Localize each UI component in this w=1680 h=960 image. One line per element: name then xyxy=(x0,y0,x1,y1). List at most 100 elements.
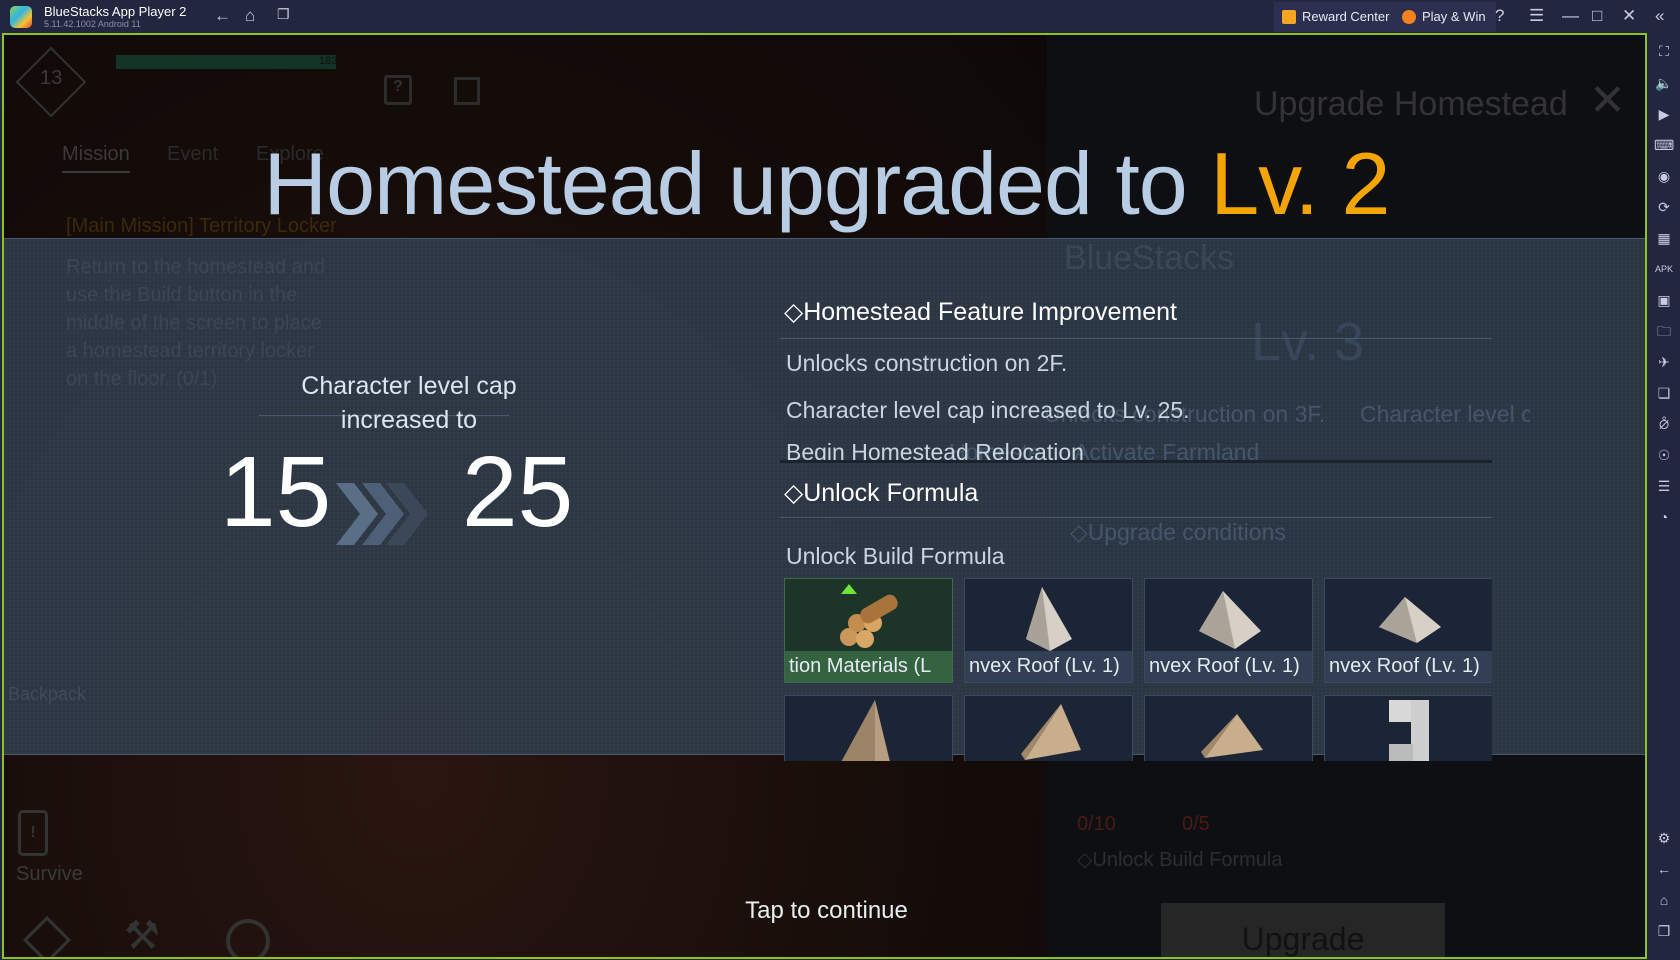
requirement-2: 0/5 xyxy=(1182,813,1210,835)
requirement-1: 0/10 xyxy=(1077,813,1116,835)
formula-label: nvex Roof (Lv. 1) xyxy=(1145,651,1312,682)
formula-label: nvex Roof (Lv. 1) xyxy=(965,651,1132,682)
rotate-icon[interactable]: ⟳ xyxy=(1654,197,1674,217)
multi-instance-icon[interactable]: ❏ xyxy=(1654,383,1674,403)
bg-unlock-build-heading: ◇Unlock Build Formula xyxy=(1077,849,1283,871)
bg-feature-2: Character level c xyxy=(1360,401,1530,427)
bg-homestead-name: BlueStacks xyxy=(1064,239,1235,277)
formula-card[interactable]: nvex Roof (Lv. 1) xyxy=(964,578,1133,683)
back-icon[interactable]: ← xyxy=(214,6,231,26)
feature-clip: Begin Homestead Relocation xyxy=(786,439,1084,461)
app-title: BlueStacks App Player 2 xyxy=(44,4,187,19)
health-value: 183 xyxy=(319,55,338,67)
back-icon[interactable]: ← xyxy=(1654,859,1674,879)
to-level: 25 xyxy=(462,436,574,548)
reward-center-button[interactable]: Reward Center xyxy=(1274,2,1400,32)
section-formula-heading: ◇Unlock Formula xyxy=(784,479,979,507)
formula-card[interactable] xyxy=(1144,695,1313,761)
steering-wheel-icon[interactable] xyxy=(226,919,270,957)
formula-card[interactable] xyxy=(964,695,1133,761)
health-bar xyxy=(116,55,336,69)
roof-icon xyxy=(1201,714,1263,758)
collapse-sidebar-icon[interactable]: « xyxy=(1655,6,1664,26)
airplane-icon[interactable]: ✈ xyxy=(1654,352,1674,372)
right-sidebar: ⛶ 🔈 ▶ ⌨ ◉ ⟳ ▦ APK ▣ 🗀 ✈ ❏ ⦲ ☉ ☰ ◔ ⚙ ← ⌂ … xyxy=(1648,33,1680,960)
folder-icon[interactable]: 🗀 xyxy=(1654,321,1674,341)
chevrons-arrow-icon xyxy=(336,483,428,545)
home-icon[interactable]: ⌂ xyxy=(245,6,255,26)
fullscreen-icon[interactable]: ⛶ xyxy=(1654,41,1674,61)
record-icon[interactable]: ◉ xyxy=(1654,166,1674,186)
help-icon[interactable]: ? xyxy=(1495,6,1504,26)
help-book-icon[interactable]: ? xyxy=(384,75,412,105)
roof-icon xyxy=(841,700,890,761)
formula-card[interactable]: nvex Roof (Lv. 1) xyxy=(1144,578,1313,683)
play-win-label: Play & Win xyxy=(1422,9,1486,24)
minimize-icon[interactable]: — xyxy=(1562,6,1579,26)
settings-icon[interactable]: ⚙ xyxy=(1654,828,1674,848)
survive-label[interactable]: Survive xyxy=(16,863,83,886)
scroll-edge xyxy=(780,460,1492,463)
bluestacks-logo xyxy=(10,6,32,28)
location-icon[interactable]: ☉ xyxy=(1654,445,1674,465)
pointer-icon[interactable]: ▶ xyxy=(1654,104,1674,124)
formula-label: nvex Roof (Lv. 1) xyxy=(1325,651,1492,682)
popup-headline: Homestead upgraded to Lv. 2 xyxy=(4,133,1645,235)
cap-label-line2: increased to xyxy=(340,406,478,434)
roof-icon xyxy=(1199,591,1261,649)
roof-icon xyxy=(1021,704,1081,760)
formula-card[interactable] xyxy=(1324,695,1492,761)
cap-label-line1: Character level cap xyxy=(301,372,517,400)
close-panel-icon[interactable]: ✕ xyxy=(1589,75,1626,126)
item-count: 5 xyxy=(376,957,386,959)
recent-apps-icon[interactable]: ❐ xyxy=(1654,921,1674,941)
formula-card[interactable]: nvex Roof (Lv. 1) xyxy=(1324,578,1492,683)
feature-item: Begin Homestead Relocation xyxy=(786,439,1084,461)
play-win-icon xyxy=(1402,10,1416,24)
layers-icon[interactable]: ☰ xyxy=(1654,476,1674,496)
bg-upgrade-conditions: ◇Upgrade conditions xyxy=(1070,519,1286,545)
tap-to-continue[interactable]: Tap to continue xyxy=(4,897,1645,925)
bg-level: Lv. 3 xyxy=(1251,312,1365,372)
menu-icon[interactable]: ☰ xyxy=(1529,6,1544,26)
formula-grid: tion Materials (L nvex Roof (Lv. 1) nvex… xyxy=(784,578,1492,761)
volume-mute-icon[interactable]: 🔈 xyxy=(1654,73,1674,93)
maximize-icon[interactable]: □ xyxy=(1592,6,1602,26)
roof-icon xyxy=(1379,597,1441,643)
home-icon[interactable]: ⌂ xyxy=(1654,890,1674,910)
recent-apps-icon[interactable]: ❐ xyxy=(277,6,290,23)
task-icon[interactable] xyxy=(454,77,480,105)
macro-icon[interactable]: ▦ xyxy=(1654,228,1674,248)
close-icon[interactable]: ✕ xyxy=(1622,6,1636,26)
game-viewport[interactable]: 13 183 ? Mission Event Explore [Main Mis… xyxy=(2,33,1647,959)
upgrade-homestead-title: Upgrade Homestead xyxy=(1254,85,1568,123)
feature-item: Unlocks construction on 2F. xyxy=(786,350,1068,376)
feature-item: Character level cap increased to Lv. 25. xyxy=(786,397,1190,423)
formula-card[interactable]: tion Materials (L xyxy=(784,578,953,683)
bg-backpack: Backpack xyxy=(8,684,87,704)
app-version: 5.11.42.1002 Android 11 xyxy=(44,19,141,29)
logs-icon xyxy=(840,594,898,648)
screenshot-icon[interactable]: ▣ xyxy=(1654,290,1674,310)
survive-watch-icon[interactable]: ! xyxy=(18,810,48,856)
crown-icon xyxy=(1282,10,1296,24)
section-feature-heading: ◇Homestead Feature Improvement xyxy=(784,298,1178,326)
formula-card[interactable] xyxy=(784,695,953,761)
headline-level: Lv. 2 xyxy=(1210,134,1390,233)
kitchen-icon xyxy=(1389,700,1429,761)
titlebar: BlueStacks App Player 2 5.11.42.1002 And… xyxy=(0,0,1680,33)
divider xyxy=(780,338,1492,339)
formula-subtitle: Unlock Build Formula xyxy=(786,543,1005,569)
play-win-button[interactable]: Play & Win xyxy=(1394,2,1496,32)
reward-center-label: Reward Center xyxy=(1302,9,1390,24)
eco-mode-icon[interactable]: ⦲ xyxy=(1654,414,1674,434)
apk-icon[interactable]: APK xyxy=(1654,259,1674,279)
roof-icon xyxy=(1026,587,1072,651)
headline-text: Homestead upgraded to xyxy=(263,134,1211,233)
player-level: 13 xyxy=(40,67,63,89)
divider xyxy=(780,517,1492,518)
formula-label: tion Materials (L xyxy=(785,651,952,682)
from-level: 15 xyxy=(220,436,332,548)
keyboard-icon[interactable]: ⌨ xyxy=(1654,135,1674,155)
speed-icon[interactable]: ◔ xyxy=(1654,507,1674,527)
